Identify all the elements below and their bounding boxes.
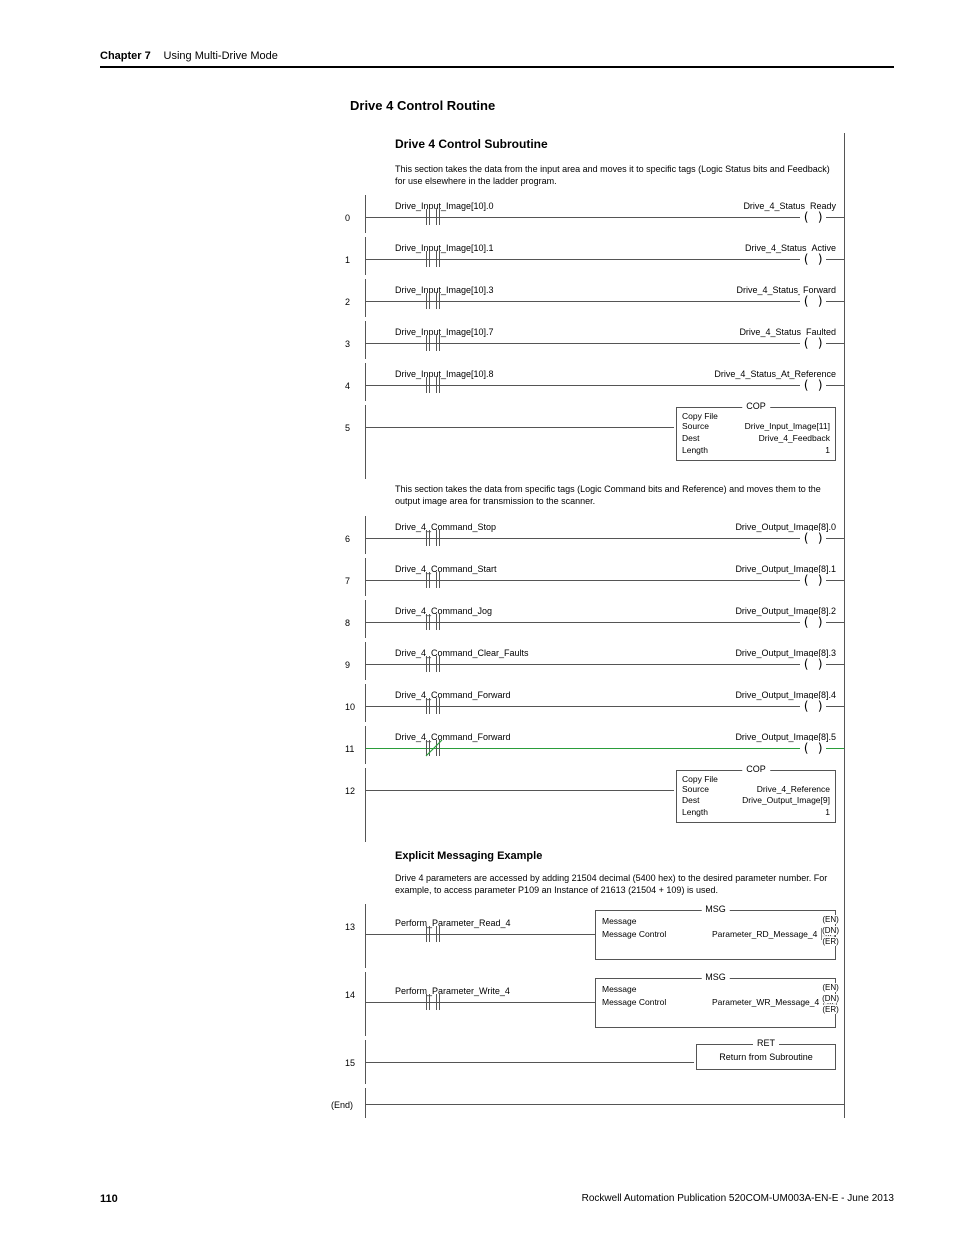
- rung-number: 15: [345, 1058, 355, 1068]
- rung-number: 6: [345, 534, 350, 544]
- rung-number: 3: [345, 339, 350, 349]
- input-tag: Drive_4_Command_Forward: [395, 690, 511, 700]
- rung-number: 8: [345, 618, 350, 628]
- ladder-rung: 0Drive_Input_Image[10].0Drive_4_Status_R…: [365, 195, 844, 233]
- msg-status-flags: (EN)(DN)(ER): [822, 983, 839, 1014]
- rung-number: 0: [345, 213, 350, 223]
- rung-number: 7: [345, 576, 350, 586]
- input-tag: Perform_Parameter_Write_4: [395, 986, 510, 996]
- coil-icon: ( ): [800, 531, 826, 545]
- page-header: Chapter 7 Using Multi-Drive Mode: [100, 50, 894, 68]
- xic-contact-icon: [420, 377, 450, 393]
- coil-icon: ( ): [800, 741, 826, 755]
- ladder-rung: 3Drive_Input_Image[10].7Drive_4_Status_F…: [365, 321, 844, 359]
- ladder-rung: 2Drive_Input_Image[10].3Drive_4_Status_F…: [365, 279, 844, 317]
- chapter-title: Using Multi-Drive Mode: [164, 50, 278, 62]
- end-label: (End): [331, 1100, 353, 1110]
- ladder-rung: 7Drive_4_Command_StartDrive_Output_Image…: [365, 558, 844, 596]
- ladder-diagram: Drive 4 Control Subroutine This section …: [365, 133, 845, 1118]
- coil-icon: ( ): [800, 294, 826, 308]
- coil-icon: ( ): [800, 336, 826, 350]
- xic-contact-icon: [420, 293, 450, 309]
- coil-icon: ( ): [800, 657, 826, 671]
- xic-contact-icon: [420, 926, 450, 942]
- xic-contact-icon: [420, 530, 450, 546]
- xic-contact-icon: [420, 572, 450, 588]
- instruction-title: MSG: [701, 904, 730, 914]
- ladder-rung: 11Drive_4_Command_ForwardDrive_Output_Im…: [365, 726, 844, 764]
- rung-number: 12: [345, 786, 355, 796]
- rung-number: 11: [345, 744, 354, 754]
- section-title: Drive 4 Control Routine: [350, 98, 894, 113]
- cop-instruction: COPCopy FileSourceDrive_4_ReferenceDestD…: [676, 770, 836, 824]
- msg-instruction: MSGMessageMessage ControlParameter_RD_Me…: [595, 910, 836, 960]
- description-3: Drive 4 parameters are accessed by addin…: [395, 872, 836, 896]
- coil-icon: ( ): [800, 210, 826, 224]
- ladder-rung: 13Perform_Parameter_Read_4MSGMessageMess…: [365, 904, 844, 968]
- chapter-label: Chapter 7: [100, 50, 151, 62]
- ret-instruction: RETReturn from Subroutine: [696, 1044, 836, 1070]
- rung-number: 4: [345, 381, 350, 391]
- rung-number: 13: [345, 922, 355, 932]
- input-tag: Drive_4_Command_Clear_Faults: [395, 648, 529, 658]
- subroutine-title: Drive 4 Control Subroutine: [395, 137, 844, 151]
- page-footer: 110 Rockwell Automation Publication 520C…: [100, 1193, 894, 1205]
- cop-instruction: COPCopy FileSourceDrive_Input_Image[11]D…: [676, 407, 836, 461]
- xic-contact-icon: [420, 209, 450, 225]
- ladder-rung: 4Drive_Input_Image[10].8Drive_4_Status_A…: [365, 363, 844, 401]
- rung-number: 5: [345, 423, 350, 433]
- xic-contact-icon: [420, 698, 450, 714]
- input-tag: Drive_4_Command_Forward: [395, 732, 511, 742]
- msg-instruction: MSGMessageMessage ControlParameter_WR_Me…: [595, 978, 836, 1028]
- xic-contact-icon: [420, 656, 450, 672]
- rung-number: 1: [345, 255, 350, 265]
- ladder-rung: 1Drive_Input_Image[10].1Drive_4_Status_A…: [365, 237, 844, 275]
- ladder-rung: 5COPCopy FileSourceDrive_Input_Image[11]…: [365, 405, 844, 479]
- ladder-rung: 6Drive_4_Command_StopDrive_Output_Image[…: [365, 516, 844, 554]
- rung-number: 2: [345, 297, 350, 307]
- coil-icon: ( ): [800, 573, 826, 587]
- xic-contact-icon: [420, 994, 450, 1010]
- rung-number: 10: [345, 702, 355, 712]
- input-tag: Perform_Parameter_Read_4: [395, 918, 511, 928]
- xic-contact-icon: [420, 335, 450, 351]
- ladder-rung: 15RETReturn from Subroutine: [365, 1040, 844, 1084]
- ladder-rung: 8Drive_4_Command_JogDrive_Output_Image[8…: [365, 600, 844, 638]
- coil-icon: ( ): [800, 378, 826, 392]
- coil-icon: ( ): [800, 252, 826, 266]
- ladder-rung: 10Drive_4_Command_ForwardDrive_Output_Im…: [365, 684, 844, 722]
- coil-icon: ( ): [800, 699, 826, 713]
- description-2: This section takes the data from specifi…: [395, 483, 836, 507]
- publication-info: Rockwell Automation Publication 520COM-U…: [582, 1193, 894, 1205]
- instruction-title: RET: [753, 1038, 779, 1048]
- xic-contact-icon: [420, 251, 450, 267]
- msg-status-flags: (EN)(DN)(ER): [822, 915, 839, 946]
- ladder-end: (End): [365, 1088, 844, 1118]
- instruction-title: MSG: [701, 972, 730, 982]
- xio-contact-icon: [420, 740, 450, 756]
- explicit-title: Explicit Messaging Example: [395, 850, 844, 862]
- coil-icon: ( ): [800, 615, 826, 629]
- instruction-title: COP: [742, 764, 770, 774]
- ladder-rung: 14Perform_Parameter_Write_4MSGMessageMes…: [365, 972, 844, 1036]
- ladder-rung: 9Drive_4_Command_Clear_FaultsDrive_Outpu…: [365, 642, 844, 680]
- rung-number: 14: [345, 990, 355, 1000]
- ladder-rung: 12COPCopy FileSourceDrive_4_ReferenceDes…: [365, 768, 844, 842]
- instruction-title: COP: [742, 401, 770, 411]
- xic-contact-icon: [420, 614, 450, 630]
- rung-number: 9: [345, 660, 350, 670]
- page-number: 110: [100, 1193, 118, 1205]
- description-1: This section takes the data from the inp…: [395, 163, 836, 187]
